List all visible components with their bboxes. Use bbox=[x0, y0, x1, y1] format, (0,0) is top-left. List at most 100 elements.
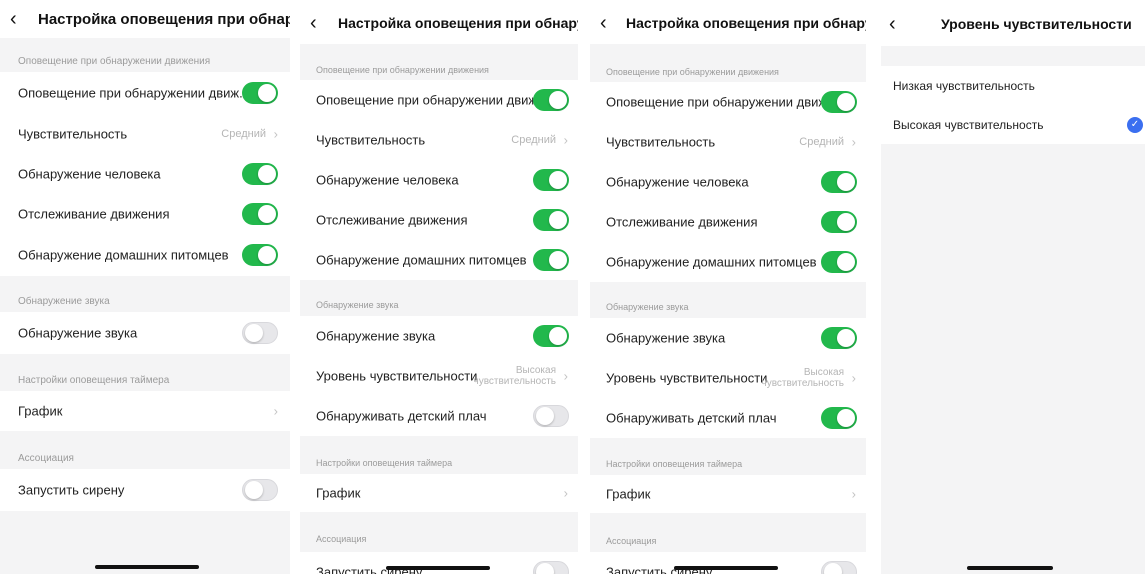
human-detection-toggle[interactable] bbox=[242, 163, 278, 185]
row-label: Обнаружение домашних питомцев bbox=[316, 252, 527, 268]
panel-2: ‹ Настройка оповещения при обнаруж... Оп… bbox=[300, 0, 578, 574]
human-detection-toggle[interactable] bbox=[821, 171, 857, 193]
section-header: Настройки оповещения таймера bbox=[606, 459, 743, 469]
pet-detection-toggle[interactable] bbox=[242, 244, 278, 266]
siren-toggle[interactable] bbox=[821, 561, 857, 574]
section-header: Обнаружение звука bbox=[606, 302, 689, 312]
section-header: Оповещение при обнаружении движения bbox=[316, 65, 489, 75]
home-indicator bbox=[967, 566, 1053, 570]
sound-level-value: Высокая чувствительность bbox=[473, 365, 556, 387]
row-motion-tracking[interactable]: Отслеживание движения bbox=[590, 202, 866, 242]
row-siren[interactable]: Запустить сирену bbox=[300, 552, 578, 574]
row-baby-cry[interactable]: Обнаруживать детский плач bbox=[300, 396, 578, 436]
motion-alert-toggle[interactable] bbox=[533, 89, 569, 111]
back-arrow-icon[interactable]: ‹ bbox=[600, 13, 607, 33]
row-label: График bbox=[606, 486, 651, 502]
value-line-1: Высокая bbox=[803, 367, 844, 378]
section-header: Оповещение при обнаружении движения bbox=[606, 67, 779, 77]
back-arrow-icon[interactable]: ‹ bbox=[10, 9, 17, 29]
sound-level-value: Высокая чувствительность bbox=[761, 367, 844, 389]
row-label: Чувствительность bbox=[606, 134, 716, 150]
chevron-right-icon: › bbox=[563, 132, 568, 148]
chevron-right-icon: › bbox=[563, 485, 568, 501]
row-label: Оповещение при обнаружении движ... bbox=[18, 85, 250, 101]
chevron-right-icon: › bbox=[851, 370, 856, 386]
row-human-detection[interactable]: Обнаружение человека bbox=[590, 162, 866, 202]
home-indicator bbox=[386, 566, 490, 570]
human-detection-toggle[interactable] bbox=[533, 169, 569, 191]
row-label: Оповещение при обнаружении движ... bbox=[316, 92, 548, 108]
row-siren[interactable]: Запустить сирену bbox=[590, 552, 866, 574]
row-sensitivity[interactable]: Чувствительность Средний › bbox=[590, 122, 866, 162]
row-label: Уровень чувствительности bbox=[606, 370, 768, 386]
row-label: Обнаружение человека bbox=[316, 172, 459, 188]
row-label: Уровень чувствительности bbox=[316, 368, 478, 384]
row-label: Обнаружение звука bbox=[316, 328, 436, 344]
row-sensitivity[interactable]: Чувствительность Средний › bbox=[300, 120, 578, 160]
row-sound-detection[interactable]: Обнаружение звука bbox=[0, 312, 290, 354]
motion-alert-toggle[interactable] bbox=[821, 91, 857, 113]
sound-detection-toggle[interactable] bbox=[821, 327, 857, 349]
row-label: Отслеживание движения bbox=[316, 212, 468, 228]
row-label: Оповещение при обнаружении движ... bbox=[606, 94, 838, 110]
siren-toggle[interactable] bbox=[533, 561, 569, 574]
motion-tracking-toggle[interactable] bbox=[821, 211, 857, 233]
row-schedule[interactable]: График › bbox=[300, 474, 578, 512]
row-sensitivity[interactable]: Чувствительность Средний › bbox=[0, 114, 290, 154]
sensitivity-value: Средний bbox=[511, 134, 556, 146]
option-low-sensitivity[interactable]: Низкая чувствительность bbox=[881, 66, 1145, 106]
motion-alert-toggle[interactable] bbox=[242, 82, 278, 104]
sound-detection-toggle[interactable] bbox=[533, 325, 569, 347]
back-arrow-icon[interactable]: ‹ bbox=[310, 13, 317, 33]
row-pet-detection[interactable]: Обнаружение домашних питомцев bbox=[0, 234, 290, 276]
row-label: Обнаружение звука bbox=[18, 325, 138, 341]
chevron-right-icon: › bbox=[851, 134, 856, 150]
option-high-sensitivity[interactable]: Высокая чувствительность ✓ bbox=[881, 106, 1145, 144]
checkmark-icon: ✓ bbox=[1127, 117, 1143, 133]
row-pet-detection[interactable]: Обнаружение домашних питомцев bbox=[590, 242, 866, 282]
row-motion-tracking[interactable]: Отслеживание движения bbox=[300, 200, 578, 240]
row-schedule[interactable]: График › bbox=[590, 475, 866, 513]
motion-tracking-toggle[interactable] bbox=[533, 209, 569, 231]
row-motion-alert[interactable]: Оповещение при обнаружении движ... bbox=[590, 82, 866, 122]
row-label: Чувствительность bbox=[18, 126, 128, 142]
option-label: Низкая чувствительность bbox=[893, 79, 1035, 93]
row-human-detection[interactable]: Обнаружение человека bbox=[0, 154, 290, 194]
row-label: Обнаруживать детский плач bbox=[606, 410, 777, 426]
row-motion-alert[interactable]: Оповещение при обнаружении движ... bbox=[0, 72, 290, 114]
section-header: Оповещение при обнаружении движения bbox=[18, 56, 211, 67]
back-arrow-icon[interactable]: ‹ bbox=[889, 14, 896, 34]
row-label: График bbox=[18, 403, 63, 419]
row-label: Обнаружение домашних питомцев bbox=[606, 254, 817, 270]
pet-detection-toggle[interactable] bbox=[821, 251, 857, 273]
row-label: Обнаружение человека bbox=[18, 166, 161, 182]
section-header: Ассоциация bbox=[316, 534, 367, 544]
section-header: Настройки оповещения таймера bbox=[316, 458, 453, 468]
row-motion-alert[interactable]: Оповещение при обнаружении движ... bbox=[300, 80, 578, 120]
row-sound-detection[interactable]: Обнаружение звука bbox=[590, 318, 866, 358]
row-label: Запустить сирену bbox=[18, 482, 125, 498]
baby-cry-toggle[interactable] bbox=[821, 407, 857, 429]
row-human-detection[interactable]: Обнаружение человека bbox=[300, 160, 578, 200]
row-motion-tracking[interactable]: Отслеживание движения bbox=[0, 194, 290, 234]
motion-tracking-toggle[interactable] bbox=[242, 203, 278, 225]
row-label: Обнаружение звука bbox=[606, 330, 726, 346]
row-label: Отслеживание движения bbox=[606, 214, 758, 230]
row-sound-level[interactable]: Уровень чувствительности Высокая чувстви… bbox=[590, 358, 866, 398]
sound-detection-toggle[interactable] bbox=[242, 322, 278, 344]
row-sound-detection[interactable]: Обнаружение звука bbox=[300, 316, 578, 356]
section-header: Ассоциация bbox=[606, 536, 657, 546]
row-label: Обнаружение домашних питомцев bbox=[18, 247, 229, 263]
panel-3: ‹ Настройка оповещения при обнаруж... Оп… bbox=[590, 0, 866, 574]
row-sound-level[interactable]: Уровень чувствительности Высокая чувстви… bbox=[300, 356, 578, 396]
row-siren[interactable]: Запустить сирену bbox=[0, 469, 290, 511]
row-label: Чувствительность bbox=[316, 132, 426, 148]
baby-cry-toggle[interactable] bbox=[533, 405, 569, 427]
row-schedule[interactable]: График › bbox=[0, 391, 290, 431]
row-pet-detection[interactable]: Обнаружение домашних питомцев bbox=[300, 240, 578, 280]
sensitivity-value: Средний bbox=[221, 128, 266, 140]
value-line-2: чувствительность bbox=[761, 378, 844, 389]
siren-toggle[interactable] bbox=[242, 479, 278, 501]
pet-detection-toggle[interactable] bbox=[533, 249, 569, 271]
row-baby-cry[interactable]: Обнаруживать детский плач bbox=[590, 398, 866, 438]
